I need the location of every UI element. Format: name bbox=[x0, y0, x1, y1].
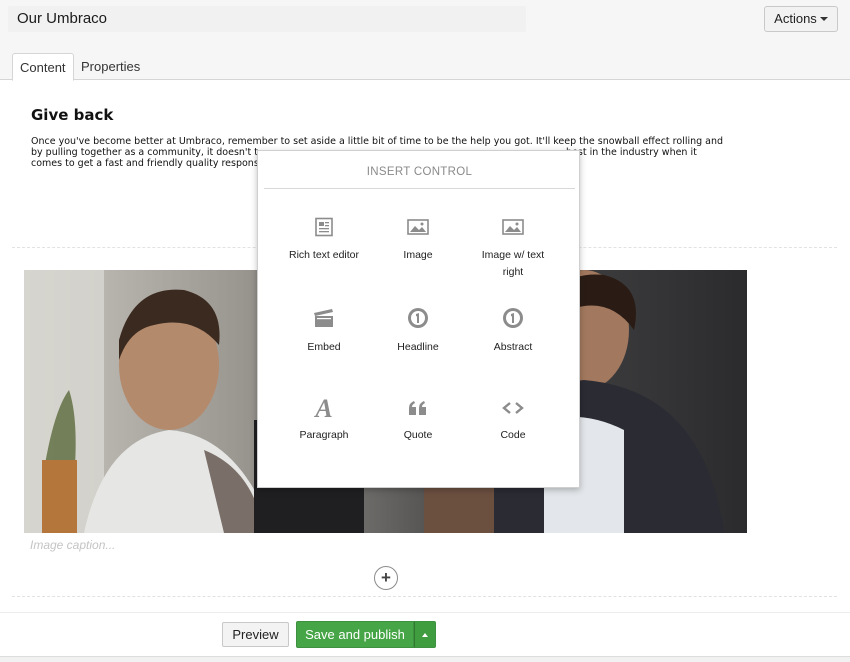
svg-text:A: A bbox=[313, 395, 332, 421]
editor-header: Our Umbraco Actions bbox=[0, 0, 850, 44]
actions-button-label: Actions bbox=[774, 11, 817, 26]
control-rich-text-editor[interactable]: Rich text editor bbox=[277, 217, 371, 264]
section-heading: Give back bbox=[31, 106, 114, 124]
tab-properties[interactable]: Properties bbox=[74, 53, 147, 81]
clapperboard-icon bbox=[314, 309, 333, 327]
image-caption-input[interactable]: Image caption... bbox=[30, 538, 115, 552]
tab-bar: Content Properties bbox=[0, 44, 850, 81]
control-code[interactable]: Code bbox=[466, 395, 560, 444]
insert-control-dialog: INSERT CONTROL Rich text editor Image Im… bbox=[257, 150, 580, 488]
dialog-title: INSERT CONTROL bbox=[264, 151, 575, 189]
image-with-text-icon bbox=[502, 219, 524, 235]
control-image[interactable]: Image bbox=[371, 217, 465, 264]
letter-a-icon: A bbox=[313, 395, 332, 421]
control-embed[interactable]: Embed bbox=[277, 307, 371, 356]
control-headline[interactable]: Headline bbox=[371, 307, 465, 356]
control-label: Paragraph bbox=[299, 429, 349, 441]
control-abstract[interactable]: Abstract bbox=[466, 307, 560, 356]
control-paragraph[interactable]: A Paragraph bbox=[277, 395, 371, 444]
preview-button[interactable]: Preview bbox=[222, 622, 289, 647]
control-label: Embed bbox=[307, 341, 341, 353]
control-quote[interactable]: Quote bbox=[371, 395, 465, 444]
tab-content[interactable]: Content bbox=[12, 53, 74, 81]
control-label: Image bbox=[403, 249, 433, 261]
control-image-with-text-right[interactable]: Image w/ text right bbox=[466, 217, 560, 281]
paragraph-line: Once you've become better at Umbraco, re… bbox=[31, 136, 724, 147]
code-brackets-icon bbox=[502, 402, 524, 414]
footer-bar bbox=[0, 656, 850, 662]
number-one-circle-icon bbox=[408, 308, 428, 328]
image-icon bbox=[407, 219, 429, 235]
control-label: Code bbox=[500, 429, 526, 441]
footer-divider bbox=[0, 612, 850, 613]
control-label: Image w/ text right bbox=[481, 249, 545, 278]
control-label: Rich text editor bbox=[288, 249, 360, 261]
actions-button[interactable]: Actions bbox=[764, 6, 838, 32]
paragraph-line-right-fragment: best in the industry when it bbox=[566, 147, 697, 158]
control-label: Abstract bbox=[493, 341, 533, 353]
quote-icon bbox=[409, 401, 426, 415]
control-label: Quote bbox=[403, 429, 433, 441]
content-name-input[interactable]: Our Umbraco bbox=[8, 6, 526, 32]
number-one-circle-icon bbox=[503, 308, 523, 328]
caret-up-icon bbox=[422, 633, 428, 637]
plus-icon: + bbox=[381, 568, 391, 587]
save-and-publish-button[interactable]: Save and publish bbox=[296, 621, 414, 648]
row-divider bbox=[12, 596, 837, 597]
caret-down-icon bbox=[819, 16, 828, 21]
save-options-dropdown-button[interactable] bbox=[414, 621, 436, 648]
control-label: Headline bbox=[397, 341, 439, 353]
rich-text-editor-icon bbox=[315, 217, 333, 237]
add-control-button[interactable]: + bbox=[374, 566, 398, 590]
